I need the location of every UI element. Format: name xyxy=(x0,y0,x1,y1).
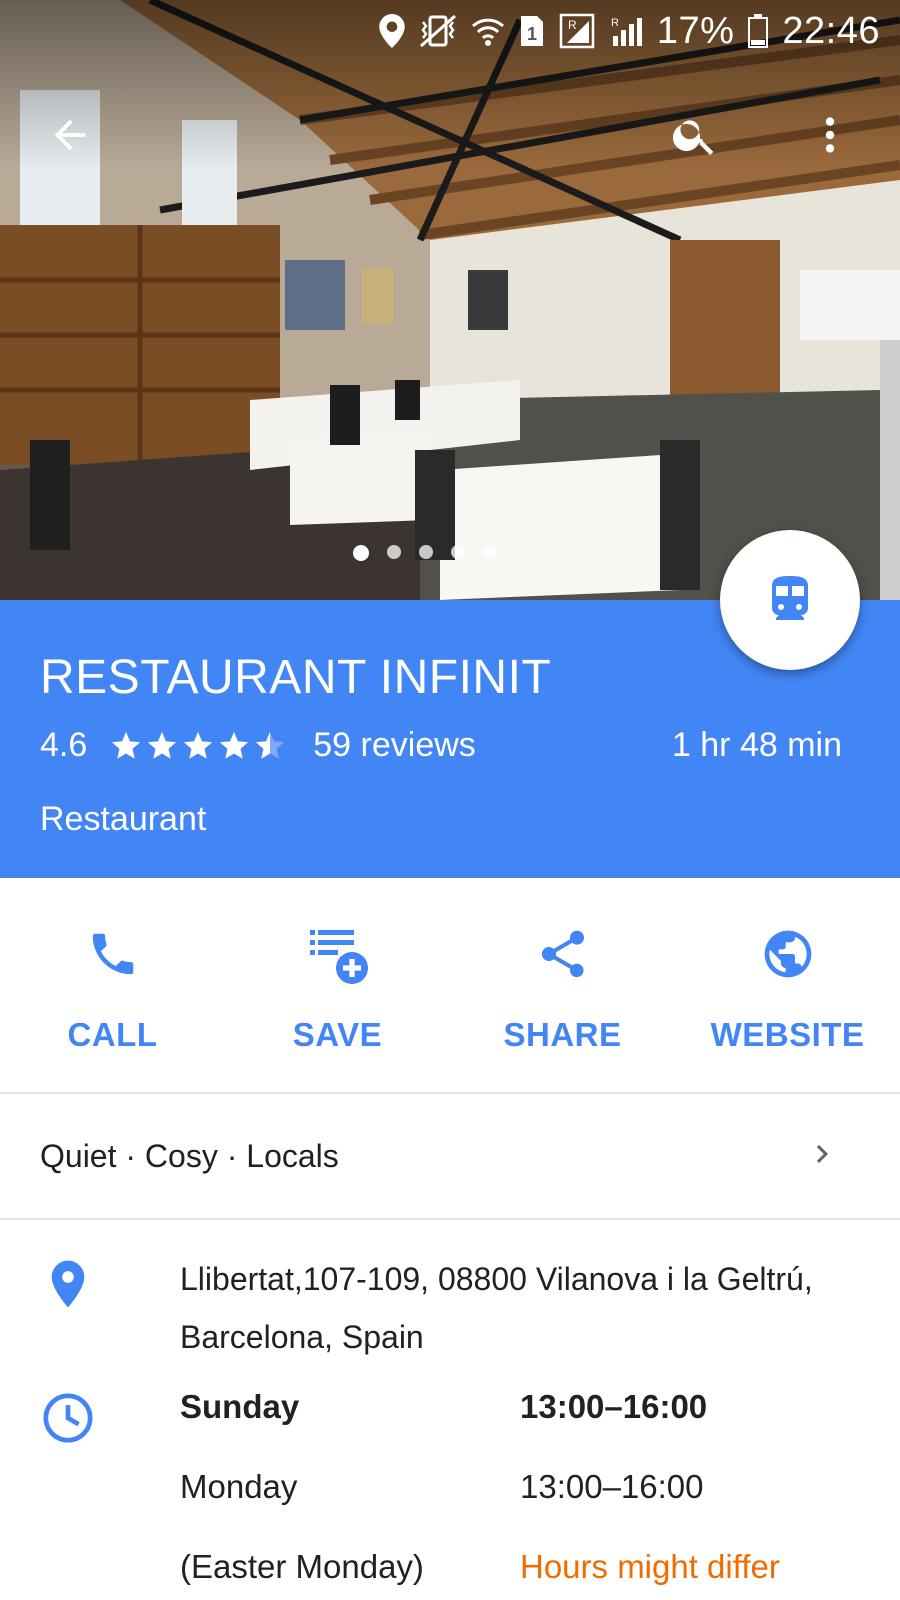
wifi-icon xyxy=(471,14,505,48)
pager-dot[interactable] xyxy=(353,545,369,561)
rating-stars xyxy=(109,729,287,763)
save-label: SAVE xyxy=(292,1016,383,1053)
svg-text:1: 1 xyxy=(527,24,537,44)
location-icon xyxy=(379,14,405,48)
place-category: Restaurant xyxy=(40,800,207,838)
back-button[interactable] xyxy=(35,100,105,170)
location-pin-icon xyxy=(51,1260,85,1308)
hours-day: Monday xyxy=(180,1468,298,1505)
address-line-2: Barcelona, Spain xyxy=(180,1319,424,1355)
website-button[interactable]: WEBSITE xyxy=(675,878,900,1092)
hours-warning: Hours might differ xyxy=(520,1548,780,1585)
signal-icon: R xyxy=(609,14,643,48)
call-label: CALL xyxy=(67,1016,158,1053)
rating-value: 4.6 xyxy=(40,726,88,764)
hours-time: 13:00–16:00 xyxy=(520,1388,708,1425)
train-icon xyxy=(772,576,808,620)
share-icon xyxy=(531,922,595,986)
reviews-count[interactable]: 59 reviews xyxy=(313,726,476,765)
star-icon xyxy=(148,731,177,759)
search-button[interactable] xyxy=(660,100,730,170)
search-icon xyxy=(672,120,714,155)
hours-holiday: (Easter Monday) xyxy=(180,1548,424,1585)
clock-icon xyxy=(43,1393,93,1443)
place-photo[interactable]: 1 R R 17% 22:46 xyxy=(0,0,900,600)
battery-percent: 17% xyxy=(656,9,735,52)
address[interactable]: Llibertat,107-109, 08800 Vilanova i la G… xyxy=(180,1250,870,1366)
hours-row: (Easter Monday) Hours might differ xyxy=(180,1548,880,1600)
action-buttons: CALL SAVE SHARE WEBSITE xyxy=(0,878,900,1092)
status-bar: 1 R R 17% 22:46 xyxy=(0,0,900,62)
directions-button[interactable] xyxy=(720,530,860,670)
address-line-1: Llibertat,107-109, 08800 Vilanova i la G… xyxy=(180,1261,813,1297)
share-label: SHARE xyxy=(503,1016,622,1053)
vibrate-icon xyxy=(419,14,457,48)
save-button[interactable]: SAVE xyxy=(225,878,450,1092)
pager-dot[interactable] xyxy=(419,545,433,559)
phone-icon xyxy=(81,922,145,986)
half-star-icon xyxy=(256,731,285,759)
battery-icon xyxy=(748,14,769,48)
more-vert-icon xyxy=(825,117,835,153)
call-button[interactable]: CALL xyxy=(0,878,225,1092)
opening-hours[interactable]: Sunday 13:00–16:00 Monday 13:00–16:00 (E… xyxy=(180,1388,880,1600)
signal-r-icon: R xyxy=(559,13,595,49)
hours-row: Monday 13:00–16:00 xyxy=(180,1468,880,1548)
star-icon xyxy=(220,731,249,759)
svg-text:R: R xyxy=(568,18,577,32)
website-label: WEBSITE xyxy=(710,1016,865,1053)
place-name: RESTAURANT INFINIT xyxy=(40,651,552,704)
highlights-row[interactable]: Quiet · Cosy · Locals xyxy=(0,1094,900,1218)
highlights-text: Quiet · Cosy · Locals xyxy=(40,1137,339,1174)
svg-text:R: R xyxy=(611,17,619,29)
place-details-screen: 1 R R 17% 22:46 RESTAURANT INFINIT 4.6 5… xyxy=(0,0,900,1600)
globe-icon xyxy=(756,922,820,986)
rating-row[interactable]: 4.6 59 reviews xyxy=(40,726,476,765)
clock: 22:46 xyxy=(782,9,880,52)
pager-dot[interactable] xyxy=(483,545,497,559)
star-icon xyxy=(112,731,141,759)
chevron-right-icon xyxy=(816,1145,828,1163)
star-icon xyxy=(184,731,213,759)
more-options-button[interactable] xyxy=(795,100,865,170)
pager-dot[interactable] xyxy=(387,545,401,559)
sim1-icon: 1 xyxy=(519,14,545,48)
travel-time: 1 hr 48 min xyxy=(671,726,842,764)
back-arrow-icon xyxy=(54,119,86,151)
hours-time: 13:00–16:00 xyxy=(520,1468,704,1505)
pager-dot[interactable] xyxy=(451,545,465,559)
playlist-add-icon xyxy=(306,922,370,986)
divider xyxy=(0,1218,900,1220)
share-button[interactable]: SHARE xyxy=(450,878,675,1092)
hours-row: Sunday 13:00–16:00 xyxy=(180,1388,880,1468)
hours-day: Sunday xyxy=(180,1388,300,1425)
